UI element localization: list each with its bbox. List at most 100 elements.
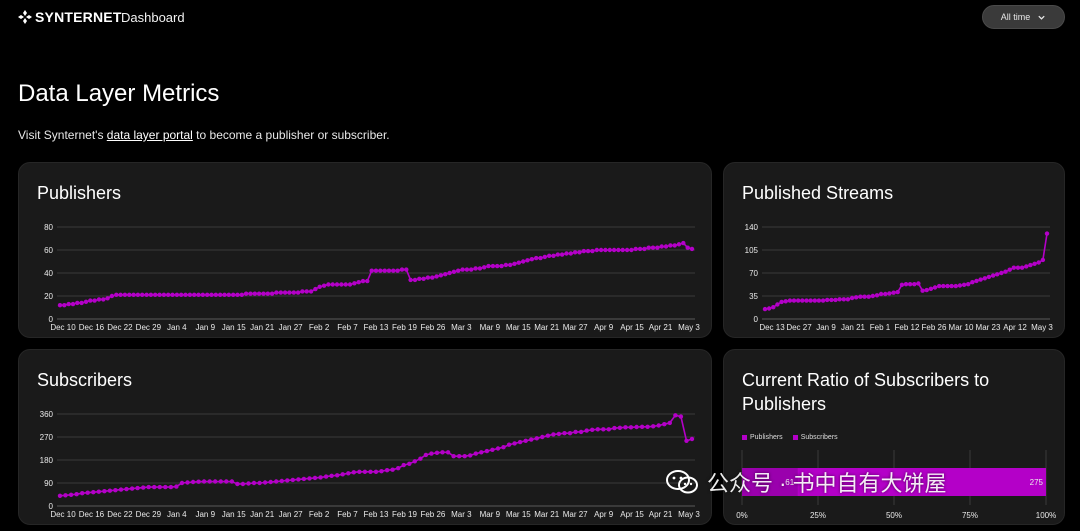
subscribers-data-point[interactable] [80,491,85,496]
publishers-data-point[interactable] [430,275,435,280]
subscribers-data-point[interactable] [606,427,611,432]
publishers-data-point[interactable] [521,259,526,264]
publishers-data-point[interactable] [187,292,193,297]
publishers-data-point[interactable] [347,282,353,287]
subscribers-data-point[interactable] [412,459,417,464]
subscribers-data-point[interactable] [312,475,318,481]
publishers-data-point[interactable] [477,266,483,271]
publishers-data-point[interactable] [508,262,513,268]
publishers-data-point[interactable] [620,247,625,253]
publishers-data-point[interactable] [313,286,318,292]
streams-data-point[interactable] [974,278,979,284]
publishers-data-point[interactable] [590,248,595,254]
streams-data-point[interactable] [791,298,797,303]
subscribers-data-point[interactable] [118,487,124,492]
subscribers-data-point[interactable] [451,454,456,459]
streams-data-point[interactable] [825,297,830,303]
publishers-data-point[interactable] [179,292,184,297]
publishers-data-point[interactable] [269,291,275,296]
publishers-data-point[interactable] [92,298,97,303]
publishers-data-point[interactable] [473,266,478,271]
publishers-data-point[interactable] [334,282,340,287]
subscribers-data-point[interactable] [157,484,162,490]
subscribers-data-point[interactable] [457,454,462,459]
publishers-data-point[interactable] [534,255,539,261]
publishers-data-point[interactable] [551,253,556,258]
subscribers-data-point[interactable] [384,468,390,473]
publishers-data-point[interactable] [663,244,669,249]
publishers-data-point[interactable] [352,281,357,286]
publishers-data-point[interactable] [343,282,348,287]
publishers-data-point[interactable] [486,263,491,269]
publishers-data-point[interactable] [96,297,102,302]
streams-data-point[interactable] [766,306,772,311]
subscribers-data-point[interactable] [440,450,445,455]
publishers-data-point[interactable] [213,292,218,297]
publishers-data-point[interactable] [183,292,188,297]
publishers-data-point[interactable] [391,268,396,273]
publishers-data-point[interactable] [456,268,461,273]
publishers-data-point[interactable] [564,251,569,256]
subscribers-data-point[interactable] [684,438,689,443]
subscribers-data-point[interactable] [368,469,373,474]
data-layer-portal-link[interactable]: data layer portal [107,128,193,142]
subscribers-data-point[interactable] [63,493,68,498]
subscribers-data-point[interactable] [468,453,473,458]
publishers-data-point[interactable] [408,277,413,283]
subscribers-data-point[interactable] [274,479,279,484]
publishers-data-point[interactable] [256,291,262,296]
streams-data-point[interactable] [932,285,938,290]
subscribers-data-point[interactable] [573,429,578,435]
streams-data-point[interactable] [953,283,958,289]
subscribers-data-point[interactable] [196,479,201,484]
streams-data-point[interactable] [957,283,963,288]
subscribers-data-point[interactable] [285,478,290,483]
publishers-data-point[interactable] [218,292,223,297]
subscribers-data-point[interactable] [146,484,151,490]
publishers-data-point[interactable] [559,252,565,257]
publishers-data-point[interactable] [538,255,543,261]
subscribers-data-point[interactable] [623,425,628,430]
publishers-data-point[interactable] [339,282,344,287]
subscribers-data-point[interactable] [462,454,467,459]
publishers-data-point[interactable] [360,278,366,284]
subscribers-data-point[interactable] [102,489,107,494]
streams-data-point[interactable] [858,294,863,299]
streams-data-point[interactable] [841,297,846,302]
publishers-data-point[interactable] [226,292,231,297]
publishers-data-point[interactable] [317,284,322,289]
subscribers-data-point[interactable] [401,462,406,468]
publishers-data-point[interactable] [412,277,418,283]
subscribers-data-point[interactable] [662,422,667,427]
publishers-data-point[interactable] [308,289,314,294]
publishers-data-point[interactable] [689,246,695,252]
streams-data-point[interactable] [854,295,859,300]
publishers-data-point[interactable] [681,240,686,246]
subscribers-data-point[interactable] [124,486,129,492]
publishers-data-point[interactable] [499,263,504,269]
subscribers-data-point[interactable] [595,427,600,432]
publishers-data-point[interactable] [291,290,296,295]
publishers-data-point[interactable] [629,247,634,253]
publishers-data-point[interactable] [685,245,690,250]
subscribers-data-point[interactable] [673,413,678,418]
streams-data-point[interactable] [783,299,788,304]
streams-data-point[interactable] [887,291,892,296]
subscribers-data-point[interactable] [617,425,623,430]
publishers-data-point[interactable] [451,269,457,274]
streams-data-point[interactable] [878,291,884,297]
subscribers-data-point[interactable] [540,434,545,440]
subscribers-data-point[interactable] [512,441,517,446]
publishers-data-point[interactable] [140,292,145,297]
publishers-data-point[interactable] [637,246,643,252]
publishers-data-point[interactable] [205,292,210,297]
publishers-data-point[interactable] [265,291,270,296]
streams-data-point[interactable] [924,287,929,293]
subscribers-data-point[interactable] [74,492,79,497]
streams-data-point[interactable] [916,281,921,286]
subscribers-data-point[interactable] [96,489,102,494]
subscribers-data-point[interactable] [639,424,645,429]
subscribers-data-point[interactable] [346,471,351,476]
subscribers-data-point[interactable] [390,467,395,472]
subscribers-data-point[interactable] [141,485,146,490]
